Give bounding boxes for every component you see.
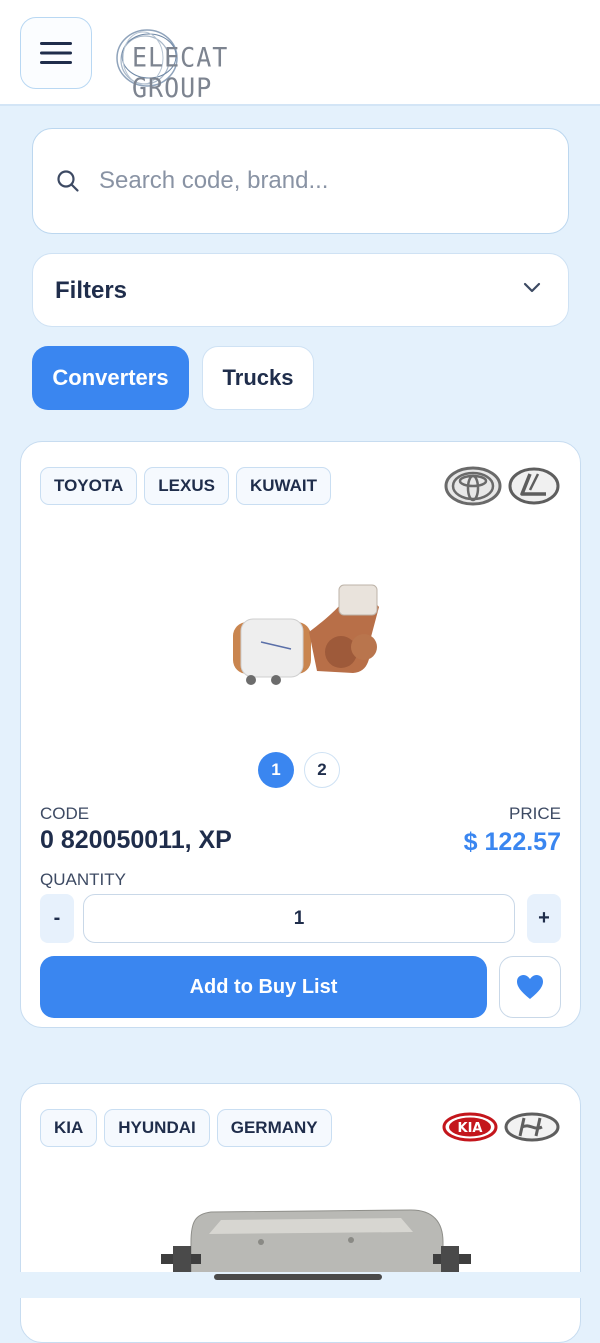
tag-hyundai[interactable]: HYUNDAI (104, 1109, 210, 1147)
quantity-increment-button[interactable]: + (527, 894, 561, 943)
product-price: $ 122.57 (463, 828, 561, 856)
tag-germany[interactable]: GERMANY (216, 1109, 332, 1147)
page-dot-2[interactable]: 2 (304, 752, 340, 788)
tag-kuwait[interactable]: KUWAIT (235, 467, 331, 505)
product-image[interactable] (221, 577, 386, 687)
menu-button[interactable] (20, 17, 92, 89)
svg-text:KIA: KIA (458, 1121, 483, 1136)
chevron-down-icon (523, 282, 541, 293)
brand-logo[interactable]: ELECAT GROUP (112, 22, 292, 103)
toyota-logo-icon (444, 466, 502, 506)
filters-dropdown[interactable]: Filters (32, 253, 569, 327)
top-bar: ELECAT GROUP (0, 0, 600, 106)
quantity-label: QUANTITY (40, 870, 126, 889)
price-label: PRICE (509, 804, 561, 823)
tag-kia[interactable]: KIA (40, 1109, 98, 1147)
code-label: CODE (40, 804, 90, 823)
image-pagination: 1 2 (258, 752, 340, 788)
quantity-decrement-button[interactable]: - (40, 894, 74, 943)
tab-trucks[interactable]: Trucks (202, 346, 314, 410)
tag-toyota[interactable]: TOYOTA (40, 467, 138, 505)
product-card: TOYOTA LEXUS KUWAIT 1 2 CODE 0 820050011… (20, 441, 581, 1028)
product-tags: KIA HYUNDAI GERMANY (40, 1109, 332, 1147)
search-box[interactable]: Search code, brand... (32, 128, 569, 234)
brand-logos (444, 466, 560, 506)
product-code: 0 820050011, XP (40, 826, 232, 854)
search-icon (57, 170, 79, 192)
heart-icon (517, 975, 543, 999)
hyundai-logo-icon (504, 1112, 560, 1142)
product-card: KIA HYUNDAI GERMANY KIA (20, 1083, 581, 1343)
add-to-buy-list-button[interactable]: Add to Buy List (40, 956, 487, 1018)
brand-logos: KIA (442, 1112, 560, 1142)
lexus-logo-icon (508, 467, 560, 505)
hamburger-menu-icon (40, 42, 72, 64)
search-input[interactable]: Search code, brand... (99, 167, 328, 195)
filters-label: Filters (55, 277, 128, 304)
favorite-button[interactable] (499, 956, 561, 1018)
tab-converters[interactable]: Converters (32, 346, 189, 410)
tag-lexus[interactable]: LEXUS (144, 467, 229, 505)
page-dot-1[interactable]: 1 (258, 752, 294, 788)
kia-logo-icon: KIA (442, 1112, 498, 1142)
brand-name: ELECAT GROUP (132, 42, 229, 104)
product-tags: TOYOTA LEXUS KUWAIT (40, 467, 331, 505)
home-indicator[interactable] (214, 1274, 382, 1280)
quantity-input[interactable]: 1 (83, 894, 515, 943)
